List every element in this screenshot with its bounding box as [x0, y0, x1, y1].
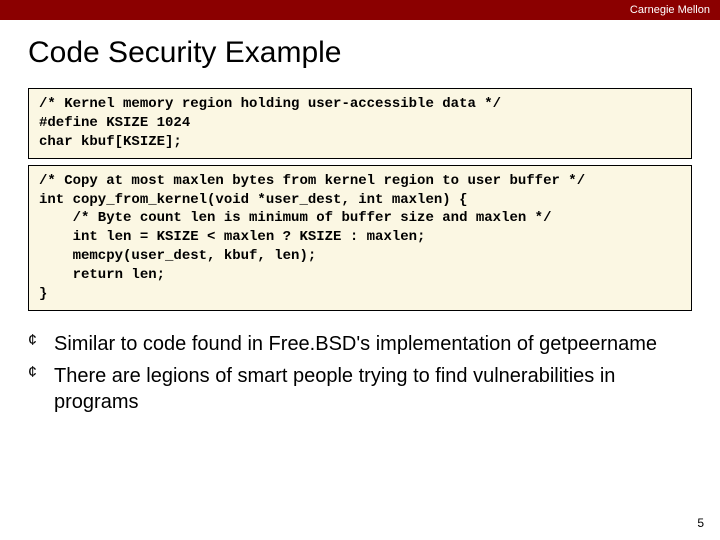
bullet-marker-icon: ¢	[28, 365, 37, 381]
slide-title: Code Security Example	[0, 20, 720, 82]
institution-label: Carnegie Mellon	[630, 4, 710, 16]
bullet-marker-icon: ¢	[28, 333, 37, 349]
bullet-text: Similar to code found in Free.BSD's impl…	[54, 333, 657, 355]
code-block-2: /* Copy at most maxlen bytes from kernel…	[28, 165, 692, 311]
slide: Carnegie Mellon Code Security Example /*…	[0, 0, 720, 540]
bullet-list: ¢ Similar to code found in Free.BSD's im…	[0, 317, 720, 415]
code-block-1: /* Kernel memory region holding user-acc…	[28, 88, 692, 159]
page-number: 5	[697, 516, 704, 530]
bullet-item-1: ¢ Similar to code found in Free.BSD's im…	[54, 331, 692, 357]
bullet-item-2: ¢ There are legions of smart people tryi…	[54, 363, 692, 415]
bullet-text: There are legions of smart people trying…	[54, 365, 615, 413]
top-bar: Carnegie Mellon	[0, 0, 720, 20]
